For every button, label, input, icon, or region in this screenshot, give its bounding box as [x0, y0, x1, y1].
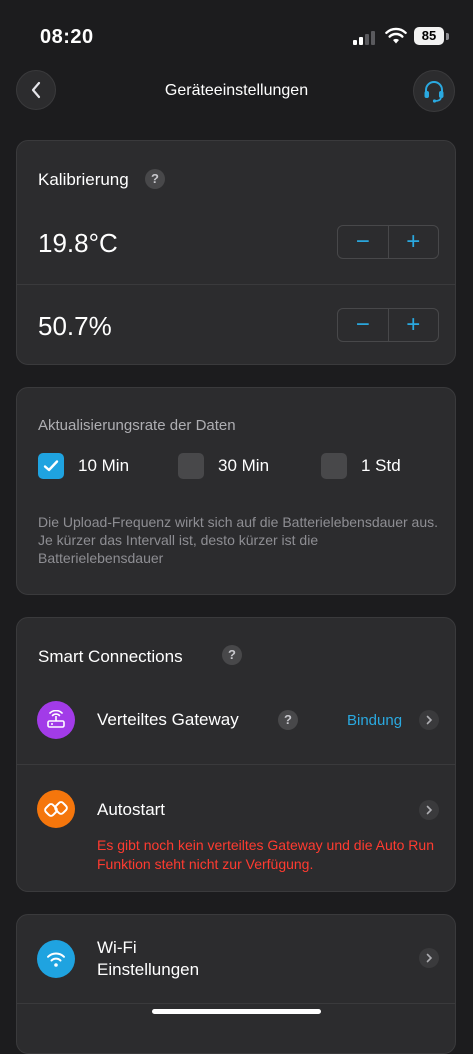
- humidity-value: 50.7%: [38, 311, 112, 341]
- autostart-icon: [37, 790, 75, 828]
- gateway-label: Verteiltes Gateway: [97, 710, 239, 729]
- gateway-bind-link[interactable]: Bindung: [347, 712, 402, 729]
- gateway-help-icon[interactable]: ?: [278, 710, 298, 730]
- rate-option-30min[interactable]: 30 Min: [178, 453, 269, 479]
- humidity-stepper: − +: [337, 308, 439, 342]
- rate-checkbox-10min[interactable]: [38, 453, 64, 479]
- calibration-title: Kalibrierung: [38, 170, 129, 189]
- smart-connections-divider: [17, 764, 455, 765]
- rate-option-10min[interactable]: 10 Min: [38, 453, 129, 479]
- rate-checkbox-30min[interactable]: [178, 453, 204, 479]
- chevron-right-icon: [419, 948, 439, 968]
- wifi-status-icon: [385, 27, 407, 45]
- smart-connections-card: Smart Connections ? Verteiltes Gateway ?…: [16, 617, 456, 892]
- temperature-stepper: − +: [337, 225, 439, 259]
- battery-cap: [446, 33, 449, 40]
- autostart-warning: Es gibt noch kein verteiltes Gateway und…: [97, 837, 434, 872]
- home-indicator[interactable]: [152, 1009, 321, 1014]
- chevron-right-icon: [419, 710, 439, 730]
- smart-connections-title: Smart Connections: [38, 647, 183, 666]
- update-rate-note: Die Upload-Frequenz wirkt sich auf die B…: [38, 514, 438, 566]
- calibration-help-icon[interactable]: ?: [145, 169, 165, 189]
- rate-checkbox-1std[interactable]: [321, 453, 347, 479]
- support-button[interactable]: [413, 70, 455, 112]
- calibration-card: Kalibrierung ? 19.8°C − + 50.7% − +: [16, 140, 456, 365]
- calibration-divider: [17, 284, 455, 285]
- cellular-signal-icon: [353, 29, 379, 45]
- humidity-decrease-button[interactable]: −: [338, 309, 388, 341]
- headset-icon: [424, 81, 444, 103]
- gateway-row[interactable]: Verteiltes Gateway ? Bindung: [17, 693, 455, 763]
- wifi-settings-label-line2: Einstellungen: [97, 960, 200, 979]
- rate-option-label: 30 Min: [218, 456, 270, 475]
- autostart-row[interactable]: Autostart: [17, 783, 455, 833]
- wifi-card-divider: [17, 1003, 455, 1004]
- chevron-right-icon: [419, 800, 439, 820]
- temperature-increase-button[interactable]: +: [389, 226, 439, 258]
- wifi-settings-label-line1: Wi-Fi: [97, 938, 137, 957]
- rate-option-label: 10 Min: [78, 456, 130, 475]
- rate-option-1std[interactable]: 1 Std: [321, 453, 401, 479]
- checkmark-icon: [43, 460, 59, 472]
- wifi-settings-card[interactable]: Wi-Fi Einstellungen: [16, 914, 456, 1054]
- temperature-value: 19.8°C: [38, 228, 118, 258]
- status-bar: 08:20 85: [0, 0, 473, 70]
- battery-indicator: 85: [414, 27, 444, 45]
- update-rate-card: Aktualisierungsrate der Daten 10 Min 30 …: [16, 387, 456, 595]
- temperature-decrease-button[interactable]: −: [338, 226, 388, 258]
- rate-option-label: 1 Std: [361, 456, 401, 475]
- smart-connections-help-icon[interactable]: ?: [222, 645, 242, 665]
- nav-bar: Geräteeinstellungen: [0, 66, 473, 116]
- page-title: Geräteeinstellungen: [164, 82, 309, 99]
- wifi-icon: [37, 940, 75, 978]
- autostart-label: Autostart: [97, 800, 166, 819]
- humidity-increase-button[interactable]: +: [389, 309, 439, 341]
- update-rate-title: Aktualisierungsrate der Daten: [38, 417, 236, 434]
- status-time: 08:20: [40, 26, 94, 48]
- gateway-icon: [37, 701, 75, 739]
